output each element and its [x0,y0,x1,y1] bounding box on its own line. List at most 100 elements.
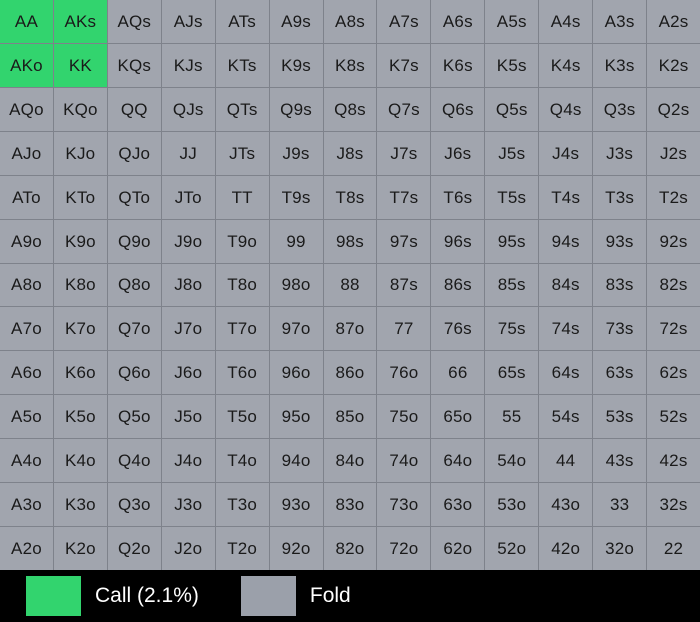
hand-cell[interactable]: 95o [269,395,323,439]
hand-cell[interactable]: 74s [539,307,593,351]
hand-cell[interactable]: 96s [431,219,485,263]
hand-cell[interactable]: QJs [161,87,215,131]
hand-cell[interactable]: 98s [323,219,377,263]
hand-cell[interactable]: A6o [0,351,53,395]
hand-cell[interactable]: Q2o [107,527,161,570]
hand-cell[interactable]: Q4o [107,439,161,483]
hand-cell[interactable]: A9o [0,219,53,263]
hand-cell[interactable]: 75s [485,307,539,351]
hand-cell[interactable]: 44 [539,439,593,483]
hand-cell[interactable]: KJs [161,43,215,87]
hand-cell[interactable]: 73o [377,483,431,527]
hand-cell[interactable]: KK [53,43,107,87]
hand-cell[interactable]: T5o [215,395,269,439]
hand-cell[interactable]: J2s [647,131,700,175]
hand-cell[interactable]: A5o [0,395,53,439]
hand-cell[interactable]: K7o [53,307,107,351]
hand-cell[interactable]: 98o [269,263,323,307]
hand-cell[interactable]: 43s [593,439,647,483]
hand-cell[interactable]: 88 [323,263,377,307]
hand-cell[interactable]: J7s [377,131,431,175]
hand-cell[interactable]: 85s [485,263,539,307]
hand-cell[interactable]: 33 [593,483,647,527]
hand-cell[interactable]: T8o [215,263,269,307]
legend-item-call[interactable]: Call (2.1%) [26,570,199,622]
hand-cell[interactable]: KQs [107,43,161,87]
hand-cell[interactable]: K6s [431,43,485,87]
hand-cell[interactable]: T2s [647,175,700,219]
hand-cell[interactable]: Q8s [323,87,377,131]
hand-cell[interactable]: 84o [323,439,377,483]
hand-cell[interactable]: 54s [539,395,593,439]
hand-cell[interactable]: 66 [431,351,485,395]
hand-cell[interactable]: 93s [593,219,647,263]
hand-cell[interactable]: J4s [539,131,593,175]
hand-cell[interactable]: 63s [593,351,647,395]
hand-cell[interactable]: 77 [377,307,431,351]
hand-cell[interactable]: 84s [539,263,593,307]
hand-cell[interactable]: 86o [323,351,377,395]
hand-cell[interactable]: K2o [53,527,107,570]
hand-cell[interactable]: J4o [161,439,215,483]
hand-cell[interactable]: Q5s [485,87,539,131]
hand-cell[interactable]: 53s [593,395,647,439]
hand-cell[interactable]: A9s [269,0,323,43]
hand-cell[interactable]: KTo [53,175,107,219]
hand-cell[interactable]: K3o [53,483,107,527]
hand-cell[interactable]: KQo [53,87,107,131]
hand-cell[interactable]: T9o [215,219,269,263]
hand-cell[interactable]: A7s [377,0,431,43]
hand-cell[interactable]: J5o [161,395,215,439]
hand-cell[interactable]: ATs [215,0,269,43]
hand-cell[interactable]: Q9s [269,87,323,131]
hand-cell[interactable]: J6s [431,131,485,175]
hand-cell[interactable]: 62s [647,351,700,395]
hand-cell[interactable]: 54o [485,439,539,483]
hand-cell[interactable]: TT [215,175,269,219]
hand-cell[interactable]: 55 [485,395,539,439]
hand-cell[interactable]: 83o [323,483,377,527]
hand-cell[interactable]: 83s [593,263,647,307]
hand-cell[interactable]: J2o [161,527,215,570]
hand-cell[interactable]: T4s [539,175,593,219]
hand-cell[interactable]: J8s [323,131,377,175]
hand-cell[interactable]: K4s [539,43,593,87]
hand-cell[interactable]: J3o [161,483,215,527]
hand-cell[interactable]: 65o [431,395,485,439]
hand-cell[interactable]: AJs [161,0,215,43]
hand-cell[interactable]: A2s [647,0,700,43]
hand-cell[interactable]: 72s [647,307,700,351]
hand-cell[interactable]: AKo [0,43,53,87]
hand-cell[interactable]: 22 [647,527,700,570]
hand-cell[interactable]: 75o [377,395,431,439]
hand-cell[interactable]: AA [0,0,53,43]
hand-cell[interactable]: 82s [647,263,700,307]
hand-cell[interactable]: 93o [269,483,323,527]
hand-cell[interactable]: 76s [431,307,485,351]
hand-cell[interactable]: Q2s [647,87,700,131]
hand-cell[interactable]: J6o [161,351,215,395]
hand-cell[interactable]: Q9o [107,219,161,263]
hand-cell[interactable]: QJo [107,131,161,175]
hand-cell[interactable]: A4s [539,0,593,43]
hand-cell[interactable]: K9s [269,43,323,87]
hand-cell[interactable]: 73s [593,307,647,351]
hand-cell[interactable]: T9s [269,175,323,219]
hand-cell[interactable]: 92o [269,527,323,570]
hand-cell[interactable]: AQo [0,87,53,131]
hand-cell[interactable]: QTs [215,87,269,131]
hand-cell[interactable]: QTo [107,175,161,219]
hand-cell[interactable]: Q3s [593,87,647,131]
hand-cell[interactable]: 62o [431,527,485,570]
hand-cell[interactable]: J3s [593,131,647,175]
hand-cell[interactable]: KJo [53,131,107,175]
hand-cell[interactable]: Q6o [107,351,161,395]
hand-cell[interactable]: JJ [161,131,215,175]
hand-cell[interactable]: 85o [323,395,377,439]
hand-cell[interactable]: 97o [269,307,323,351]
hand-cell[interactable]: T8s [323,175,377,219]
hand-cell[interactable]: J8o [161,263,215,307]
hand-cell[interactable]: K2s [647,43,700,87]
hand-cell[interactable]: T6o [215,351,269,395]
hand-cell[interactable]: A8o [0,263,53,307]
